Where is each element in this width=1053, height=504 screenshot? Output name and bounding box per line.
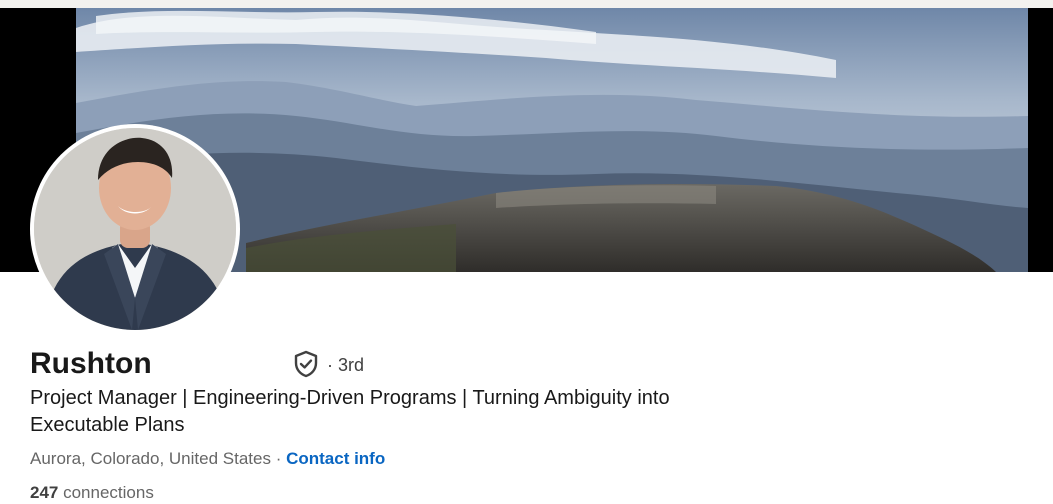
- top-strip: [0, 0, 1053, 8]
- connection-degree: · 3rd: [327, 355, 365, 375]
- location-text: Aurora, Colorado, United States: [30, 449, 271, 468]
- connections-label: connections: [58, 483, 154, 502]
- separator: ·: [270, 449, 287, 468]
- contact-info-link[interactable]: Contact info: [286, 449, 385, 468]
- profile-photo[interactable]: [30, 124, 240, 334]
- profile-headline: Project Manager | Engineering-Driven Pro…: [30, 387, 670, 436]
- connections-line[interactable]: 247 connections: [30, 482, 154, 504]
- shield-check-icon[interactable]: [292, 350, 320, 378]
- location-line: Aurora, Colorado, United States · Contac…: [30, 448, 385, 470]
- profile-name: Rushton: [30, 347, 152, 380]
- profile-photo-image: [34, 128, 236, 330]
- avatar: [34, 128, 236, 330]
- connections-count: 247: [30, 483, 59, 502]
